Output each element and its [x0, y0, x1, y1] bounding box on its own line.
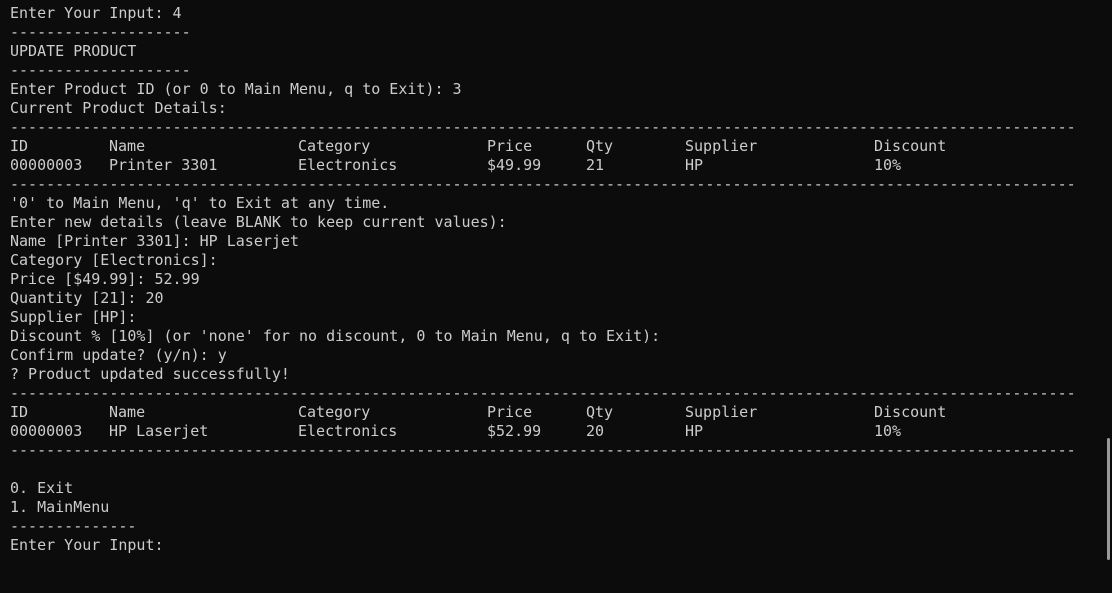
- input-prompt[interactable]: Enter Your Input:: [10, 536, 1100, 555]
- terminal-output[interactable]: Enter Your Input: 4 --------------------…: [10, 4, 1100, 560]
- separator-line: --------------------: [10, 23, 191, 41]
- cell-category: Electronics: [298, 156, 398, 174]
- cell-name: Printer 3301: [109, 156, 218, 174]
- cell-supplier: HP: [685, 156, 704, 174]
- discount-prompt: Discount % [10%] (or 'none' for no disco…: [10, 327, 661, 345]
- success-message: ? Product updated successfully!: [10, 365, 290, 383]
- table-separator: ----------------------------------------…: [10, 118, 1076, 136]
- supplier-prompt: Supplier [HP]:: [10, 308, 137, 326]
- scrollbar[interactable]: [1100, 0, 1112, 560]
- header-supplier: Supplier: [685, 137, 758, 155]
- category-prompt: Category [Electronics]:: [10, 251, 218, 269]
- header-category: Category: [298, 403, 371, 421]
- header-name: Name: [109, 403, 146, 421]
- separator-line: --------------: [10, 517, 137, 535]
- confirm-prompt: Confirm update? (y/n): y: [10, 346, 227, 364]
- header-supplier: Supplier: [685, 403, 758, 421]
- header-id: ID: [10, 403, 29, 421]
- table-separator: ----------------------------------------…: [10, 384, 1076, 402]
- cell-category: Electronics: [298, 422, 398, 440]
- scrollbar-thumb[interactable]: [1107, 438, 1110, 560]
- input-echo-line: Enter Your Input: 4: [10, 4, 182, 22]
- header-price: Price: [487, 403, 533, 421]
- table-separator: ----------------------------------------…: [10, 441, 1076, 459]
- header-qty: Qty: [586, 403, 614, 421]
- cell-price: $49.99: [487, 156, 542, 174]
- cell-id: 00000003: [10, 156, 83, 174]
- header-qty: Qty: [586, 137, 614, 155]
- cell-qty: 20: [586, 422, 605, 440]
- menu-item-exit: 0. Exit: [10, 479, 74, 497]
- table-header-row: ID Name Category Price Qty Supplier Disc…: [10, 403, 1100, 422]
- cell-discount: 10%: [874, 422, 902, 440]
- table-header-row: ID Name Category Price Qty Supplier Disc…: [10, 137, 1100, 156]
- cell-qty: 21: [586, 156, 605, 174]
- cell-price: $52.99: [487, 422, 542, 440]
- cell-discount: 10%: [874, 156, 902, 174]
- menu-item-main-menu: 1. MainMenu: [10, 498, 110, 516]
- header-discount: Discount: [874, 403, 947, 421]
- header-category: Category: [298, 137, 371, 155]
- price-prompt: Price [$49.99]: 52.99: [10, 270, 200, 288]
- name-prompt: Name [Printer 3301]: HP Laserjet: [10, 232, 299, 250]
- header-price: Price: [487, 137, 533, 155]
- table-separator: ----------------------------------------…: [10, 175, 1076, 193]
- separator-line: --------------------: [10, 61, 191, 79]
- product-id-prompt: Enter Product ID (or 0 to Main Menu, q t…: [10, 80, 462, 98]
- section-title: UPDATE PRODUCT: [10, 42, 137, 60]
- header-id: ID: [10, 137, 29, 155]
- instructions-line: '0' to Main Menu, 'q' to Exit at any tim…: [10, 194, 390, 212]
- quantity-prompt: Quantity [21]: 20: [10, 289, 164, 307]
- cell-name: HP Laserjet: [109, 422, 209, 440]
- instructions-line: Enter new details (leave BLANK to keep c…: [10, 213, 507, 231]
- cell-supplier: HP: [685, 422, 704, 440]
- cell-id: 00000003: [10, 422, 83, 440]
- header-discount: Discount: [874, 137, 947, 155]
- table-row: 00000003 HP Laserjet Electronics $52.99 …: [10, 422, 1100, 441]
- header-name: Name: [109, 137, 146, 155]
- current-details-label: Current Product Details:: [10, 99, 227, 117]
- table-row: 00000003 Printer 3301 Electronics $49.99…: [10, 156, 1100, 175]
